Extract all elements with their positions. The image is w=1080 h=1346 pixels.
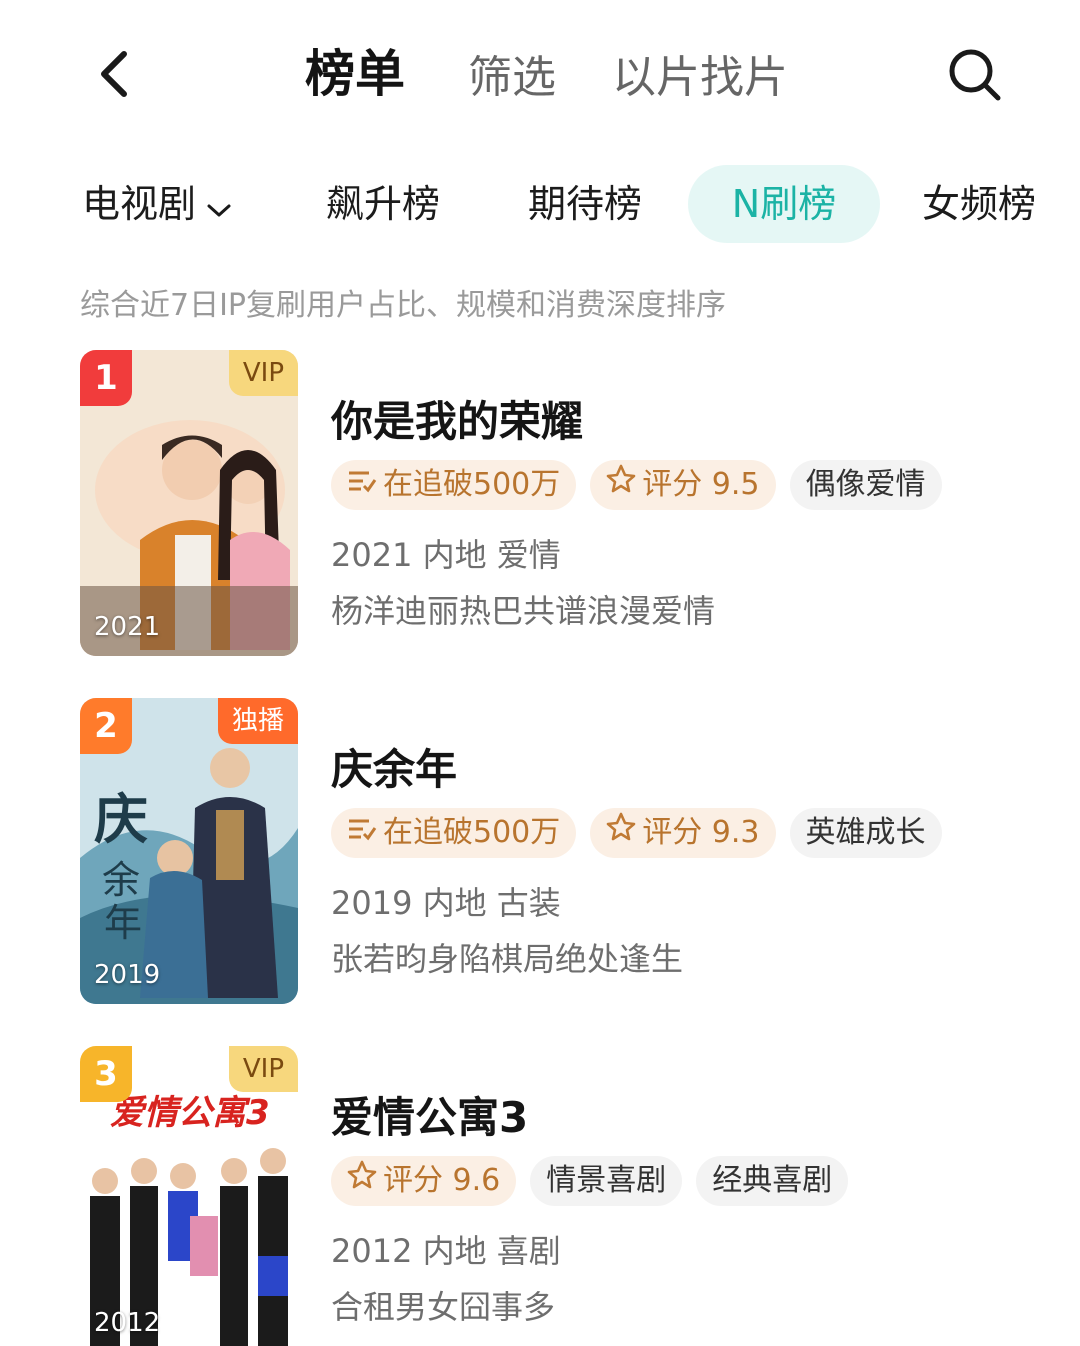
show-title[interactable]: 你是我的荣耀 xyxy=(331,388,583,449)
follow-count: 在追破500万 xyxy=(383,815,561,850)
back-button[interactable] xyxy=(86,44,142,104)
genre-tag[interactable]: 经典喜剧 xyxy=(696,1156,849,1206)
star-icon xyxy=(347,1156,377,1206)
top-bar: 榜单 筛选 以片找片 xyxy=(0,0,1080,150)
poster[interactable]: 1 VIP 2021 xyxy=(80,350,298,656)
show-title[interactable]: 爱情公寓3 xyxy=(331,1084,528,1145)
tab-filter[interactable]: 筛选 xyxy=(468,46,556,110)
tab-rewatch[interactable]: N刷榜 xyxy=(688,165,880,243)
tag-row: 在追破500万 评分 9.5 偶像爱情 xyxy=(331,460,942,510)
tab-find-by-show[interactable]: 以片找片 xyxy=(612,46,788,110)
follow-count-tag: 在追破500万 xyxy=(331,460,577,510)
poster[interactable]: 庆 余 年 2 独播 2019 xyxy=(80,698,298,1004)
rank-badge: 2 xyxy=(80,698,132,754)
show-blurb: 张若昀身陷棋局绝处逢生 xyxy=(331,940,684,978)
exclusive-badge: 独播 xyxy=(217,698,298,744)
svg-text:余: 余 xyxy=(102,858,140,902)
category-tabs: 电视剧 飙升榜 期待榜 N刷榜 女频榜 xyxy=(0,165,1080,245)
genre-tag[interactable]: 偶像爱情 xyxy=(789,460,942,510)
poster-year: 2021 xyxy=(94,612,161,642)
vip-badge: VIP xyxy=(228,350,298,396)
list-icon xyxy=(347,808,377,858)
rating: 评分 9.3 xyxy=(642,815,760,850)
genre-tag[interactable]: 英雄成长 xyxy=(789,808,942,858)
show-meta: 2021 内地 爱情 xyxy=(331,536,561,574)
star-icon xyxy=(606,460,636,510)
rating: 评分 9.5 xyxy=(642,467,760,502)
rank-badge: 3 xyxy=(80,1046,132,1102)
svg-text:庆: 庆 xyxy=(94,787,148,851)
tab-anticipated[interactable]: 期待榜 xyxy=(528,165,642,243)
chevron-left-icon xyxy=(101,51,127,97)
follow-count-tag: 在追破500万 xyxy=(331,808,577,858)
tab-rising[interactable]: 飙升榜 xyxy=(326,165,440,243)
tab-female-audience[interactable]: 女频榜 xyxy=(922,165,1036,243)
show-blurb: 合租男女囧事多 xyxy=(331,1288,556,1326)
rating-tag: 评分 9.5 xyxy=(590,460,776,510)
show-title[interactable]: 庆余年 xyxy=(331,736,457,797)
chevron-down-icon xyxy=(206,168,232,246)
show-meta: 2012 内地 喜剧 xyxy=(331,1232,561,1270)
show-blurb: 杨洋迪丽热巴共谱浪漫爱情 xyxy=(331,592,716,630)
show-meta: 2019 内地 古装 xyxy=(331,884,561,922)
rating: 评分 9.6 xyxy=(383,1163,501,1198)
category-dropdown-label: 电视剧 xyxy=(82,182,197,226)
tag-row: 评分 9.6 情景喜剧 经典喜剧 xyxy=(331,1156,849,1206)
svg-text:年: 年 xyxy=(104,901,142,945)
genre-tag[interactable]: 情景喜剧 xyxy=(530,1156,683,1206)
list-item[interactable]: 庆 余 年 2 独播 2019 庆余年 在追破500万 评分 9.3 英雄成长 … xyxy=(0,698,1080,1008)
svg-text:爱情公寓3: 爱情公寓3 xyxy=(110,1093,270,1133)
rank-badge: 1 xyxy=(80,350,132,406)
search-button[interactable] xyxy=(944,44,1006,106)
poster[interactable]: 爱情公寓3 3 VIP 2012 xyxy=(80,1046,298,1346)
star-icon xyxy=(606,808,636,858)
tag-row: 在追破500万 评分 9.3 英雄成长 xyxy=(331,808,942,858)
ranking-description: 综合近7日IP复刷用户占比、规模和消费深度排序 xyxy=(80,288,727,323)
vip-badge: VIP xyxy=(228,1046,298,1092)
list-item[interactable]: 爱情公寓3 3 VIP 2012 爱情公寓3 评分 9.6 情景喜剧 经典喜剧 xyxy=(0,1046,1080,1346)
poster-year: 2019 xyxy=(94,960,161,990)
list-icon xyxy=(347,460,377,510)
search-icon xyxy=(949,49,1001,101)
rating-tag: 评分 9.3 xyxy=(590,808,776,858)
list-item[interactable]: 1 VIP 2021 你是我的荣耀 在追破500万 评分 9.5 偶像爱情 20… xyxy=(0,350,1080,660)
rating-tag: 评分 9.6 xyxy=(331,1156,517,1206)
poster-year: 2012 xyxy=(94,1308,161,1338)
follow-count: 在追破500万 xyxy=(383,467,561,502)
category-dropdown[interactable]: 电视剧 xyxy=(82,165,232,243)
tab-ranking[interactable]: 榜单 xyxy=(305,42,405,106)
